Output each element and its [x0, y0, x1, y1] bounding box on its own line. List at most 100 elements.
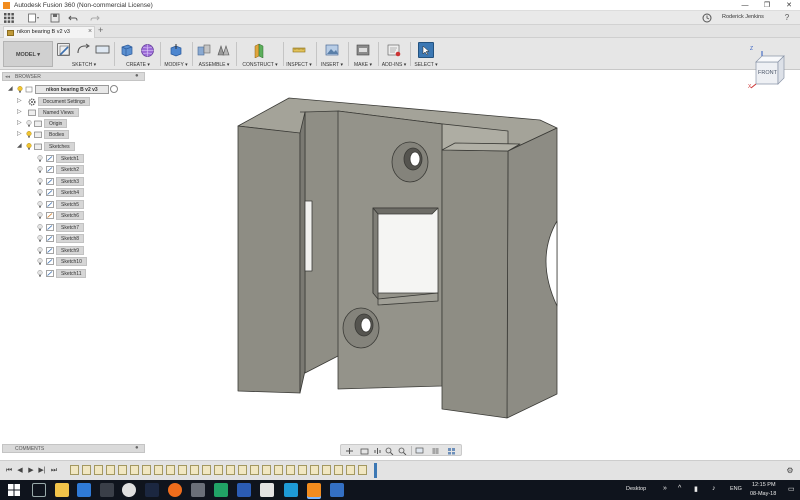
root-component-label[interactable]: nikon bearing B v2 v3 — [35, 85, 109, 94]
timeline-feature[interactable] — [142, 465, 151, 475]
rectangle-icon[interactable] — [95, 43, 110, 56]
browser-item-named-views[interactable]: ▷ Named Views — [17, 108, 147, 117]
tray-chevron-icon[interactable]: ^ — [678, 485, 681, 492]
scripts-icon[interactable] — [387, 43, 401, 57]
visibility-bulb-icon[interactable] — [37, 166, 43, 173]
tray-arrows-icon[interactable]: » — [663, 485, 667, 492]
insert-menu[interactable]: INSERT ▾ — [318, 62, 346, 68]
help-icon[interactable]: ? — [782, 13, 792, 23]
visibility-bulb-icon[interactable] — [26, 143, 32, 150]
collapse-arrow-icon[interactable]: ◢ — [8, 86, 14, 93]
viewcube[interactable]: FRONT Z X — [748, 46, 790, 92]
visibility-bulb-icon[interactable] — [26, 131, 32, 138]
clock-time[interactable]: 12:15 PM — [752, 482, 776, 488]
new-tab-button[interactable]: + — [98, 25, 103, 35]
insert-image-icon[interactable] — [325, 43, 339, 56]
timeline-last-button[interactable]: ⏭ — [50, 466, 58, 475]
as-built-joint-icon[interactable] — [216, 43, 230, 56]
visibility-bulb-icon[interactable] — [17, 86, 23, 93]
task-view-icon[interactable] — [32, 483, 46, 497]
chrome-icon[interactable] — [122, 483, 136, 497]
timeline-feature[interactable] — [118, 465, 127, 475]
timeline-feature[interactable] — [322, 465, 331, 475]
firefox-icon[interactable] — [168, 483, 182, 497]
collapse-icon[interactable]: ◂◂ — [5, 74, 10, 80]
collapse-arrow-icon[interactable]: ◢ — [17, 143, 23, 150]
visibility-bulb-icon[interactable] — [37, 224, 43, 231]
visibility-bulb-icon[interactable] — [37, 212, 43, 219]
undo-icon[interactable] — [68, 13, 78, 23]
timeline-feature[interactable] — [202, 465, 211, 475]
clock-date[interactable]: 08-May-18 — [750, 491, 776, 497]
modify-menu[interactable]: MODIFY ▾ — [162, 62, 190, 68]
redo-icon[interactable] — [90, 13, 100, 23]
app-icon[interactable] — [330, 483, 344, 497]
visibility-bulb-icon[interactable] — [26, 120, 32, 127]
edge-browser-icon[interactable] — [77, 483, 91, 497]
select-menu[interactable]: SELECT ▾ — [412, 62, 440, 68]
viewports-icon[interactable] — [447, 447, 455, 455]
maximize-button[interactable]: ❐ — [756, 0, 778, 11]
file-menu-icon[interactable] — [28, 13, 39, 23]
timeline-feature[interactable] — [178, 465, 187, 475]
measure-icon[interactable] — [292, 43, 306, 56]
visibility-bulb-icon[interactable] — [37, 235, 43, 242]
timeline-feature[interactable] — [214, 465, 223, 475]
store-icon[interactable] — [100, 483, 114, 497]
timeline-previous-button[interactable]: ◀ — [16, 466, 24, 475]
fusion-360-taskbar-icon[interactable] — [307, 483, 321, 497]
timeline-feature[interactable] — [250, 465, 259, 475]
3d-print-icon[interactable] — [356, 43, 370, 56]
look-at-icon[interactable] — [360, 447, 369, 455]
fit-icon[interactable] — [398, 447, 407, 456]
orbit-icon[interactable] — [345, 447, 353, 454]
visibility-bulb-icon[interactable] — [37, 178, 43, 185]
timeline-feature[interactable] — [334, 465, 343, 475]
network-icon[interactable]: ▮ — [694, 485, 698, 493]
visibility-bulb-icon[interactable] — [37, 201, 43, 208]
data-panel-grid-icon[interactable] — [4, 13, 14, 23]
browser-pin-icon[interactable]: ● — [135, 73, 139, 79]
visibility-bulb-icon[interactable] — [37, 258, 43, 265]
close-button[interactable]: ✕ — [778, 0, 800, 11]
excel-icon[interactable] — [214, 483, 228, 497]
plane-icon[interactable] — [253, 43, 266, 59]
volume-icon[interactable]: ♪ — [712, 485, 716, 492]
zoom-icon[interactable] — [385, 447, 394, 456]
visibility-bulb-icon[interactable] — [37, 247, 43, 254]
timeline-feature[interactable] — [154, 465, 163, 475]
browser-root-row[interactable]: ◢ nikon bearing B v2 v3 — [8, 85, 148, 94]
timeline-first-button[interactable]: ⏮ — [5, 466, 13, 475]
activate-radio[interactable] — [110, 85, 118, 93]
timeline-marker[interactable] — [374, 463, 377, 478]
timeline-feature[interactable] — [130, 465, 139, 475]
comments-pin-icon[interactable]: ● — [135, 445, 139, 451]
timeline-feature[interactable] — [310, 465, 319, 475]
browser-item-sketches[interactable]: ◢ Sketches — [17, 142, 147, 151]
timeline-feature[interactable] — [166, 465, 175, 475]
visibility-bulb-icon[interactable] — [37, 270, 43, 277]
save-icon[interactable] — [50, 13, 60, 23]
workspace-switcher[interactable]: MODEL ▾ — [3, 41, 53, 67]
press-pull-icon[interactable] — [169, 43, 182, 57]
minimize-button[interactable]: — — [734, 0, 756, 11]
file-explorer-icon[interactable] — [55, 483, 69, 497]
browser-item-bodies[interactable]: ▷ Bodies — [17, 130, 147, 139]
timeline-feature[interactable] — [82, 465, 91, 475]
timeline-feature[interactable] — [358, 465, 367, 475]
photos-icon[interactable] — [284, 483, 298, 497]
tab-close-icon[interactable]: × — [88, 28, 92, 35]
timeline-feature[interactable] — [70, 465, 79, 475]
browser-panel-header[interactable]: ◂◂ BROWSER ● — [2, 72, 145, 81]
word-icon[interactable] — [237, 483, 251, 497]
timeline-play-button[interactable]: ▶ — [27, 466, 35, 475]
grid-icon[interactable] — [431, 447, 439, 454]
assemble-menu[interactable]: ASSEMBLE ▾ — [194, 62, 234, 68]
expand-arrow-icon[interactable]: ▷ — [17, 98, 23, 105]
sketch-menu[interactable]: SKETCH ▾ — [55, 62, 113, 68]
arc-icon[interactable] — [76, 43, 90, 56]
make-menu[interactable]: MAKE ▾ — [350, 62, 376, 68]
timeline-feature[interactable] — [190, 465, 199, 475]
expand-arrow-icon[interactable]: ▷ — [17, 131, 23, 138]
calculator-icon[interactable] — [191, 483, 205, 497]
